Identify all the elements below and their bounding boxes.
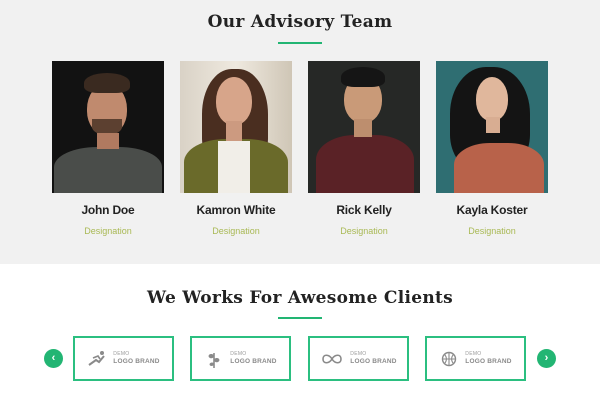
member-name: Kayla Koster bbox=[456, 203, 528, 217]
member-photo[interactable] bbox=[180, 61, 292, 193]
member-photo[interactable] bbox=[436, 61, 548, 193]
logo-brand-text: LOGO BRAND bbox=[350, 357, 397, 365]
chevron-left-icon: ‹ bbox=[51, 352, 56, 364]
carousel-next-button[interactable]: › bbox=[537, 349, 556, 368]
member-designation: Designation bbox=[468, 226, 516, 236]
clients-section-title: We Works For Awesome Clients bbox=[146, 288, 454, 308]
member-photo[interactable] bbox=[308, 61, 420, 193]
team-member-card[interactable]: Rick Kelly Designation bbox=[308, 61, 420, 236]
leaf-icon bbox=[204, 349, 224, 369]
member-name: John Doe bbox=[81, 203, 135, 217]
logo-demo-text: DEMO bbox=[465, 350, 482, 357]
member-designation: Designation bbox=[212, 226, 260, 236]
logo-demo-text: DEMO bbox=[350, 350, 367, 357]
logo-demo-text: DEMO bbox=[230, 350, 247, 357]
team-section-title: Our Advisory Team bbox=[207, 12, 393, 32]
team-member-card[interactable]: Kayla Koster Designation bbox=[436, 61, 548, 236]
runner-icon bbox=[87, 349, 107, 369]
client-logo-card[interactable]: DEMO LOGO BRAND bbox=[190, 336, 291, 381]
advisory-team-section: Our Advisory Team John Doe Designation K… bbox=[0, 0, 600, 264]
carousel-prev-button[interactable]: ‹ bbox=[44, 349, 63, 368]
title-underline bbox=[278, 42, 322, 44]
client-logo-card[interactable]: DEMO LOGO BRAND bbox=[73, 336, 174, 381]
team-member-card[interactable]: John Doe Designation bbox=[52, 61, 164, 236]
member-designation: Designation bbox=[340, 226, 388, 236]
infinity-icon bbox=[320, 349, 344, 369]
logo-brand-text: LOGO BRAND bbox=[230, 357, 277, 365]
logo-brand-text: LOGO BRAND bbox=[465, 357, 512, 365]
client-logo-card[interactable]: DEMO LOGO BRAND bbox=[425, 336, 526, 381]
client-logo-card[interactable]: DEMO LOGO BRAND bbox=[308, 336, 409, 381]
title-underline bbox=[278, 317, 322, 319]
member-name: Kamron White bbox=[196, 203, 276, 217]
logo-brand-text: LOGO BRAND bbox=[113, 357, 160, 365]
member-designation: Designation bbox=[84, 226, 132, 236]
chevron-right-icon: › bbox=[544, 352, 549, 364]
logo-demo-text: DEMO bbox=[113, 350, 130, 357]
team-member-card[interactable]: Kamron White Designation bbox=[180, 61, 292, 236]
member-name: Rick Kelly bbox=[336, 203, 392, 217]
basketball-icon bbox=[439, 349, 459, 369]
member-photo[interactable] bbox=[52, 61, 164, 193]
